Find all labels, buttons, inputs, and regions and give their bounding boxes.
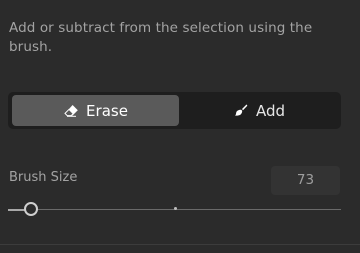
slider-center-tick [174,207,177,210]
brush-size-input[interactable]: 73 [271,166,340,195]
brush-mode-toggle: Erase Add [8,92,341,129]
add-button[interactable]: Add [179,95,339,126]
erase-button[interactable]: Erase [12,95,179,126]
section-divider [0,244,360,245]
add-label: Add [255,101,286,120]
panel-description: Add or subtract from the selection using… [9,20,313,55]
erase-label: Erase [86,101,128,120]
brush-size-slider[interactable] [8,201,341,219]
eraser-icon [63,103,79,119]
brush-selection-panel: Add or subtract from the selection using… [0,0,360,253]
brush-icon [233,103,249,119]
slider-thumb[interactable] [24,202,38,216]
brush-size-label: Brush Size [9,170,78,185]
